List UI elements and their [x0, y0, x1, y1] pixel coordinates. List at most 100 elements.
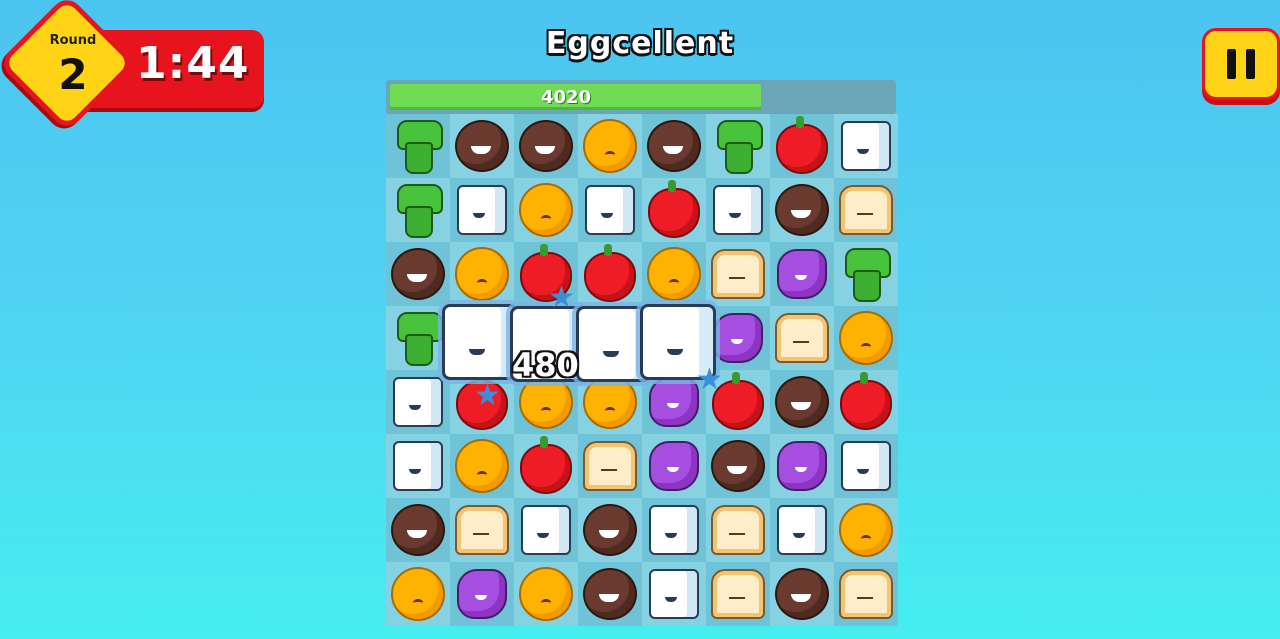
coconut-tile[interactable] — [455, 120, 509, 172]
coconut-tile[interactable] — [583, 568, 637, 620]
milk-tile[interactable] — [393, 441, 443, 491]
coconut-tile[interactable] — [391, 248, 445, 300]
board-cell[interactable] — [514, 434, 578, 498]
milk-tile[interactable] — [649, 569, 699, 619]
board-cell[interactable] — [770, 114, 834, 178]
orange-tile[interactable] — [839, 311, 893, 365]
orange-tile[interactable] — [583, 375, 637, 429]
milk-tile[interactable] — [521, 505, 571, 555]
board-cell[interactable] — [578, 562, 642, 626]
board-cell[interactable] — [578, 178, 642, 242]
broccoli-tile[interactable] — [715, 120, 763, 174]
grape-tile[interactable] — [649, 377, 699, 427]
board-cell[interactable] — [770, 242, 834, 306]
broccoli-tile[interactable] — [395, 184, 443, 238]
milk-tile[interactable] — [713, 185, 763, 235]
board-cell[interactable] — [834, 498, 898, 562]
orange-tile[interactable] — [839, 503, 893, 557]
bread-tile[interactable] — [775, 313, 829, 363]
board-cell[interactable] — [386, 434, 450, 498]
board-cell[interactable] — [706, 562, 770, 626]
board-cell[interactable] — [770, 370, 834, 434]
board-cell[interactable] — [770, 306, 834, 370]
milk-tile[interactable] — [393, 377, 443, 427]
apple-tile[interactable] — [520, 436, 572, 494]
apple-tile[interactable] — [776, 116, 828, 174]
board-cell[interactable] — [578, 242, 642, 306]
coconut-tile[interactable] — [647, 120, 701, 172]
board-cell[interactable] — [834, 562, 898, 626]
board-cell[interactable] — [642, 242, 706, 306]
board-cell[interactable] — [834, 114, 898, 178]
board-cell[interactable] — [770, 562, 834, 626]
board-cell[interactable] — [642, 562, 706, 626]
bread-tile[interactable] — [455, 505, 509, 555]
coconut-tile[interactable] — [519, 120, 573, 172]
board-cell[interactable] — [642, 434, 706, 498]
board-cell[interactable] — [450, 434, 514, 498]
apple-tile[interactable] — [840, 372, 892, 430]
board-cell[interactable] — [514, 498, 578, 562]
board-cell[interactable] — [450, 178, 514, 242]
board-cell[interactable] — [386, 498, 450, 562]
grape-tile[interactable] — [713, 313, 763, 363]
board-cell[interactable] — [706, 434, 770, 498]
board-cell[interactable] — [386, 306, 450, 370]
coconut-tile[interactable] — [583, 504, 637, 556]
broccoli-tile[interactable] — [395, 312, 443, 366]
board-cell[interactable] — [706, 178, 770, 242]
board-cell[interactable] — [386, 178, 450, 242]
board-cell[interactable] — [514, 562, 578, 626]
board-cell[interactable] — [834, 434, 898, 498]
board-cell[interactable] — [642, 114, 706, 178]
board-cell[interactable] — [834, 306, 898, 370]
board-cell[interactable] — [450, 498, 514, 562]
board-cell[interactable] — [706, 114, 770, 178]
coconut-tile[interactable] — [775, 568, 829, 620]
grape-tile[interactable] — [649, 441, 699, 491]
coconut-tile[interactable] — [711, 440, 765, 492]
bread-tile[interactable] — [711, 569, 765, 619]
board-cell[interactable] — [642, 178, 706, 242]
bread-tile[interactable] — [839, 185, 893, 235]
board-cell[interactable] — [386, 370, 450, 434]
orange-tile[interactable] — [647, 247, 701, 301]
milk-tile[interactable] — [777, 505, 827, 555]
milk-tile[interactable] — [649, 505, 699, 555]
board-cell[interactable] — [834, 178, 898, 242]
grape-tile[interactable] — [777, 441, 827, 491]
board-cell[interactable] — [386, 242, 450, 306]
board-cell[interactable] — [578, 498, 642, 562]
board-cell[interactable] — [514, 114, 578, 178]
milk-tile[interactable] — [457, 185, 507, 235]
bread-tile[interactable] — [583, 441, 637, 491]
bread-tile[interactable] — [839, 569, 893, 619]
bread-tile[interactable] — [711, 249, 765, 299]
apple-tile[interactable] — [648, 180, 700, 238]
board-cell[interactable] — [450, 114, 514, 178]
orange-tile[interactable] — [583, 119, 637, 173]
board-cell[interactable] — [450, 242, 514, 306]
board-cell[interactable] — [834, 242, 898, 306]
coconut-tile[interactable] — [391, 504, 445, 556]
board-cell[interactable] — [386, 114, 450, 178]
bread-tile[interactable] — [711, 505, 765, 555]
broccoli-tile[interactable] — [843, 248, 891, 302]
orange-tile[interactable] — [519, 567, 573, 621]
board-cell[interactable] — [706, 242, 770, 306]
orange-tile[interactable] — [455, 439, 509, 493]
grape-tile[interactable] — [777, 249, 827, 299]
coconut-tile[interactable] — [775, 376, 829, 428]
milk-tile[interactable] — [585, 185, 635, 235]
broccoli-tile[interactable] — [395, 120, 443, 174]
milk-tile[interactable] — [841, 121, 891, 171]
pause-button[interactable] — [1202, 28, 1280, 100]
apple-tile[interactable] — [584, 244, 636, 302]
coconut-tile[interactable] — [775, 184, 829, 236]
orange-tile[interactable] — [455, 247, 509, 301]
board-cell[interactable] — [706, 498, 770, 562]
board-cell[interactable] — [578, 434, 642, 498]
board-cell[interactable] — [642, 498, 706, 562]
orange-tile[interactable] — [391, 567, 445, 621]
board-cell[interactable] — [770, 498, 834, 562]
